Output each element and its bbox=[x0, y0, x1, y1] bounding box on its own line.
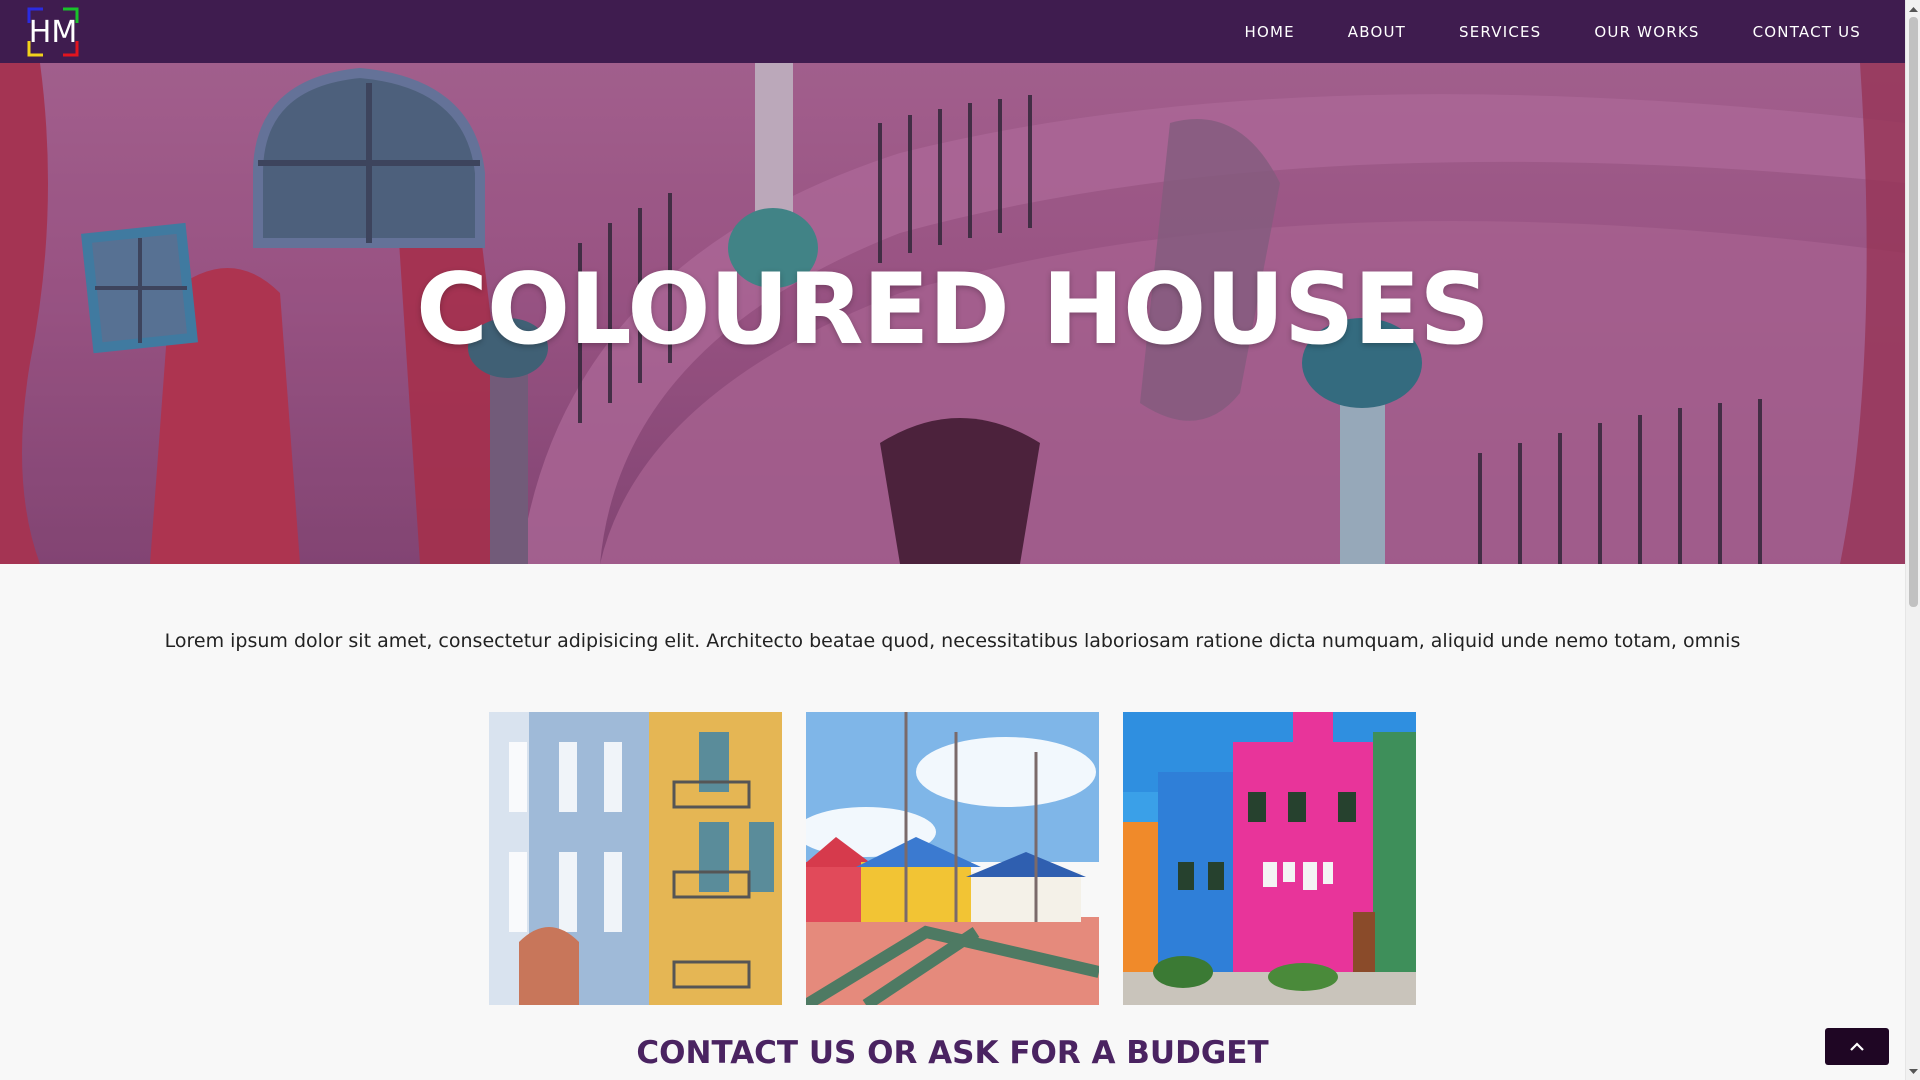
blue-yellow-buildings-image bbox=[489, 712, 782, 1005]
gallery-photo-beach-houses[interactable] bbox=[806, 712, 1099, 1005]
colourful-beach-houses-image bbox=[806, 712, 1099, 1005]
contact-heading: CONTACT US OR ASK FOR A BUDGET bbox=[636, 1035, 1269, 1071]
scroll-up-arrow-icon[interactable] bbox=[1906, 0, 1920, 17]
site-logo[interactable]: HM bbox=[27, 7, 79, 57]
nav-link-home[interactable]: HOME bbox=[1244, 23, 1294, 41]
gallery-photo-burano-houses[interactable] bbox=[1123, 712, 1416, 1005]
scrollbar-thumb[interactable] bbox=[1909, 17, 1918, 607]
scroll-down-arrow-icon[interactable] bbox=[1906, 1063, 1920, 1080]
logo-text: HM bbox=[28, 14, 78, 50]
nav-link-about[interactable]: ABOUT bbox=[1348, 23, 1406, 41]
nav-link-contact-us[interactable]: CONTACT US bbox=[1753, 23, 1861, 41]
nav-link-our-works[interactable]: OUR WORKS bbox=[1594, 23, 1699, 41]
burano-pink-houses-image bbox=[1123, 712, 1416, 1005]
hero-banner: COLOURED HOUSES bbox=[0, 63, 1905, 564]
nav-links: HOME ABOUT SERVICES OUR WORKS CONTACT US bbox=[1244, 0, 1905, 63]
back-to-top-button[interactable] bbox=[1825, 1028, 1889, 1065]
top-navbar: HM HOME ABOUT SERVICES OUR WORKS CONTACT… bbox=[0, 0, 1905, 63]
hero-title: COLOURED HOUSES bbox=[416, 253, 1490, 367]
page-scrollbar[interactable] bbox=[1905, 0, 1920, 1080]
nav-link-services[interactable]: SERVICES bbox=[1459, 23, 1541, 41]
chevron-up-icon bbox=[1850, 1041, 1864, 1051]
gallery-photo-blue-yellow-buildings[interactable] bbox=[489, 712, 782, 1005]
intro-paragraph: Lorem ipsum dolor sit amet, consectetur … bbox=[164, 630, 1741, 652]
